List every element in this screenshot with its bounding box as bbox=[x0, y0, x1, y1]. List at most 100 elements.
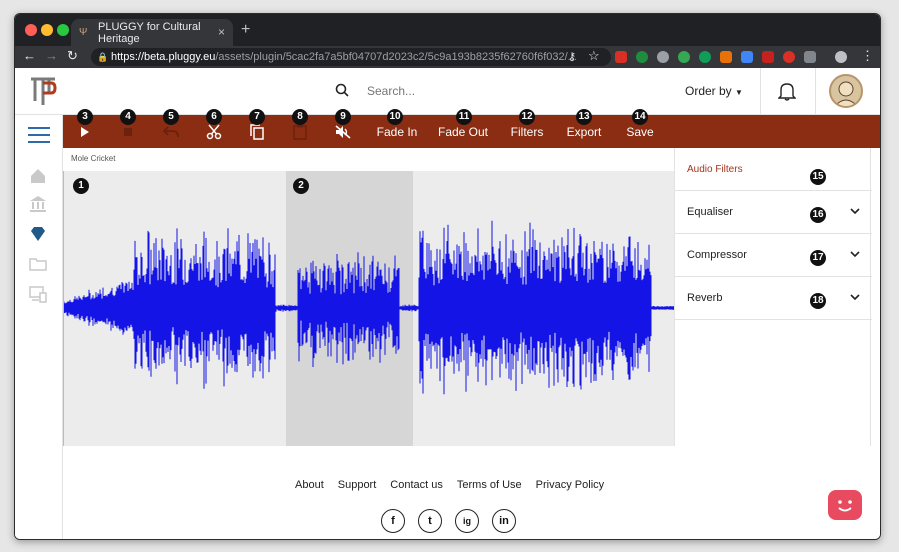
chevron-down-icon bbox=[850, 251, 860, 258]
extension-icon[interactable] bbox=[783, 51, 795, 63]
key-icon[interactable]: ⚷ bbox=[568, 50, 576, 63]
browser-tab[interactable]: Ψ PLUGGY for Cultural Heritage × bbox=[71, 19, 233, 46]
waveform bbox=[64, 220, 675, 395]
filter-label: Reverb bbox=[687, 292, 723, 304]
back-arrow-icon[interactable]: ← bbox=[23, 48, 36, 63]
instagram-icon[interactable]: ig bbox=[455, 509, 479, 533]
twitter-icon[interactable]: t bbox=[418, 509, 442, 533]
filter-equaliser[interactable]: Equaliser bbox=[675, 191, 872, 234]
url-path: /assets/plugin/5cac2fa7a5bf04707d2023c2/… bbox=[215, 51, 577, 63]
play-icon bbox=[81, 126, 89, 137]
footer-link-privacy[interactable]: Privacy Policy bbox=[536, 479, 604, 491]
url-host: https://beta.pluggy.eu bbox=[111, 51, 216, 63]
scissors-icon bbox=[206, 124, 222, 139]
hamburger-menu-icon[interactable] bbox=[28, 127, 50, 143]
filter-compressor[interactable]: Compressor bbox=[675, 234, 872, 277]
tab-strip: Ψ PLUGGY for Cultural Heritage × + bbox=[15, 14, 880, 46]
annotation-badge: 5 bbox=[163, 109, 179, 125]
audio-filters-heading: Audio Filters bbox=[675, 148, 872, 191]
audio-editor-toolbar: Fade In Fade Out Filters Export Save bbox=[63, 115, 880, 148]
close-window-button[interactable] bbox=[25, 24, 37, 36]
footer-links: About Support Contact us Terms of Use Pr… bbox=[295, 479, 604, 491]
annotation-badge: 3 bbox=[77, 109, 93, 125]
linkedin-icon[interactable]: in bbox=[492, 509, 516, 533]
filter-reverb[interactable]: Reverb bbox=[675, 277, 872, 320]
annotation-badge: 2 bbox=[293, 178, 309, 194]
extension-icon[interactable] bbox=[678, 51, 690, 63]
bell-icon[interactable] bbox=[778, 81, 796, 101]
annotation-badge: 17 bbox=[810, 250, 826, 266]
extension-icon[interactable] bbox=[657, 51, 669, 63]
search-icon[interactable] bbox=[335, 83, 349, 97]
annotation-badge: 16 bbox=[810, 207, 826, 223]
footer-link-contact[interactable]: Contact us bbox=[390, 479, 443, 491]
annotation-badge: 1 bbox=[73, 178, 89, 194]
footer-link-about[interactable]: About bbox=[295, 479, 324, 491]
annotation-badge: 18 bbox=[810, 293, 826, 309]
app-header: Order by ▼ bbox=[15, 68, 880, 115]
mute-icon bbox=[335, 124, 351, 139]
user-avatar[interactable] bbox=[829, 74, 863, 108]
browser-menu-icon[interactable]: ⋮ bbox=[861, 48, 874, 64]
search-input[interactable] bbox=[367, 82, 527, 100]
annotation-badge: 12 bbox=[519, 109, 535, 125]
chevron-down-icon bbox=[850, 294, 860, 301]
diamond-icon[interactable] bbox=[29, 225, 47, 243]
order-by-label: Order by bbox=[685, 84, 732, 98]
annotation-badge: 9 bbox=[335, 109, 351, 125]
address-bar[interactable]: 🔒 https://beta.pluggy.eu/assets/plugin/5… bbox=[91, 48, 611, 66]
annotation-badge: 15 bbox=[810, 169, 826, 185]
bookmark-star-icon[interactable]: ☆ bbox=[588, 48, 600, 64]
chat-bot-icon[interactable] bbox=[828, 490, 862, 520]
new-tab-button[interactable]: + bbox=[241, 21, 250, 39]
devices-icon[interactable] bbox=[29, 285, 47, 303]
profile-avatar-icon[interactable] bbox=[835, 51, 847, 63]
extension-icon[interactable] bbox=[615, 51, 627, 63]
footer-link-terms[interactable]: Terms of Use bbox=[457, 479, 522, 491]
clipboard-icon bbox=[293, 124, 307, 140]
reload-icon[interactable]: ↻ bbox=[67, 48, 78, 64]
undo-icon bbox=[163, 125, 179, 137]
browser-window: Ψ PLUGGY for Cultural Heritage × + ← → ↻… bbox=[14, 13, 881, 540]
lock-icon: 🔒 bbox=[97, 52, 109, 62]
minimize-window-button[interactable] bbox=[41, 24, 53, 36]
panel-title: Audio Filters bbox=[687, 163, 743, 175]
annotation-badge: 4 bbox=[120, 109, 136, 125]
annotation-badge: 11 bbox=[456, 109, 472, 125]
filter-label: Compressor bbox=[687, 249, 747, 261]
annotation-badge: 8 bbox=[292, 109, 308, 125]
museum-icon[interactable] bbox=[29, 195, 47, 213]
annotation-badge: 14 bbox=[632, 109, 648, 125]
stop-icon bbox=[124, 127, 132, 136]
facebook-icon[interactable]: f bbox=[381, 509, 405, 533]
track-title: Mole Cricket bbox=[71, 154, 116, 163]
extension-icon[interactable] bbox=[741, 51, 753, 63]
filter-label: Equaliser bbox=[687, 206, 733, 218]
browser-toolbar: ← → ↻ 🔒 https://beta.pluggy.eu/assets/pl… bbox=[15, 46, 880, 68]
tab-title: PLUGGY for Cultural Heritage bbox=[98, 20, 201, 45]
annotation-badge: 10 bbox=[387, 109, 403, 125]
forward-arrow-icon[interactable]: → bbox=[45, 48, 58, 63]
caret-down-icon: ▼ bbox=[735, 88, 743, 97]
home-icon[interactable] bbox=[29, 167, 47, 185]
order-by-dropdown[interactable]: Order by ▼ bbox=[685, 84, 743, 98]
annotation-badge: 13 bbox=[576, 109, 592, 125]
extension-icon[interactable] bbox=[804, 51, 816, 63]
extension-icon[interactable] bbox=[699, 51, 711, 63]
divider bbox=[760, 68, 761, 115]
pluggy-favicon-icon: Ψ bbox=[79, 26, 88, 38]
extension-icon[interactable] bbox=[720, 51, 732, 63]
maximize-window-button[interactable] bbox=[57, 24, 69, 36]
pluggy-logo[interactable] bbox=[29, 75, 57, 107]
extension-icon[interactable] bbox=[636, 51, 648, 63]
folder-icon[interactable] bbox=[29, 255, 47, 273]
chevron-down-icon bbox=[850, 208, 860, 215]
waveform-area[interactable] bbox=[63, 171, 675, 446]
copy-icon bbox=[250, 123, 264, 140]
filters-panel: Audio Filters Equaliser Compressor Rever… bbox=[674, 148, 872, 446]
annotation-badge: 7 bbox=[249, 109, 265, 125]
app: Order by ▼ bbox=[15, 68, 880, 539]
extension-icon[interactable] bbox=[762, 51, 774, 63]
footer-link-support[interactable]: Support bbox=[338, 479, 377, 491]
close-tab-icon[interactable]: × bbox=[218, 25, 225, 39]
